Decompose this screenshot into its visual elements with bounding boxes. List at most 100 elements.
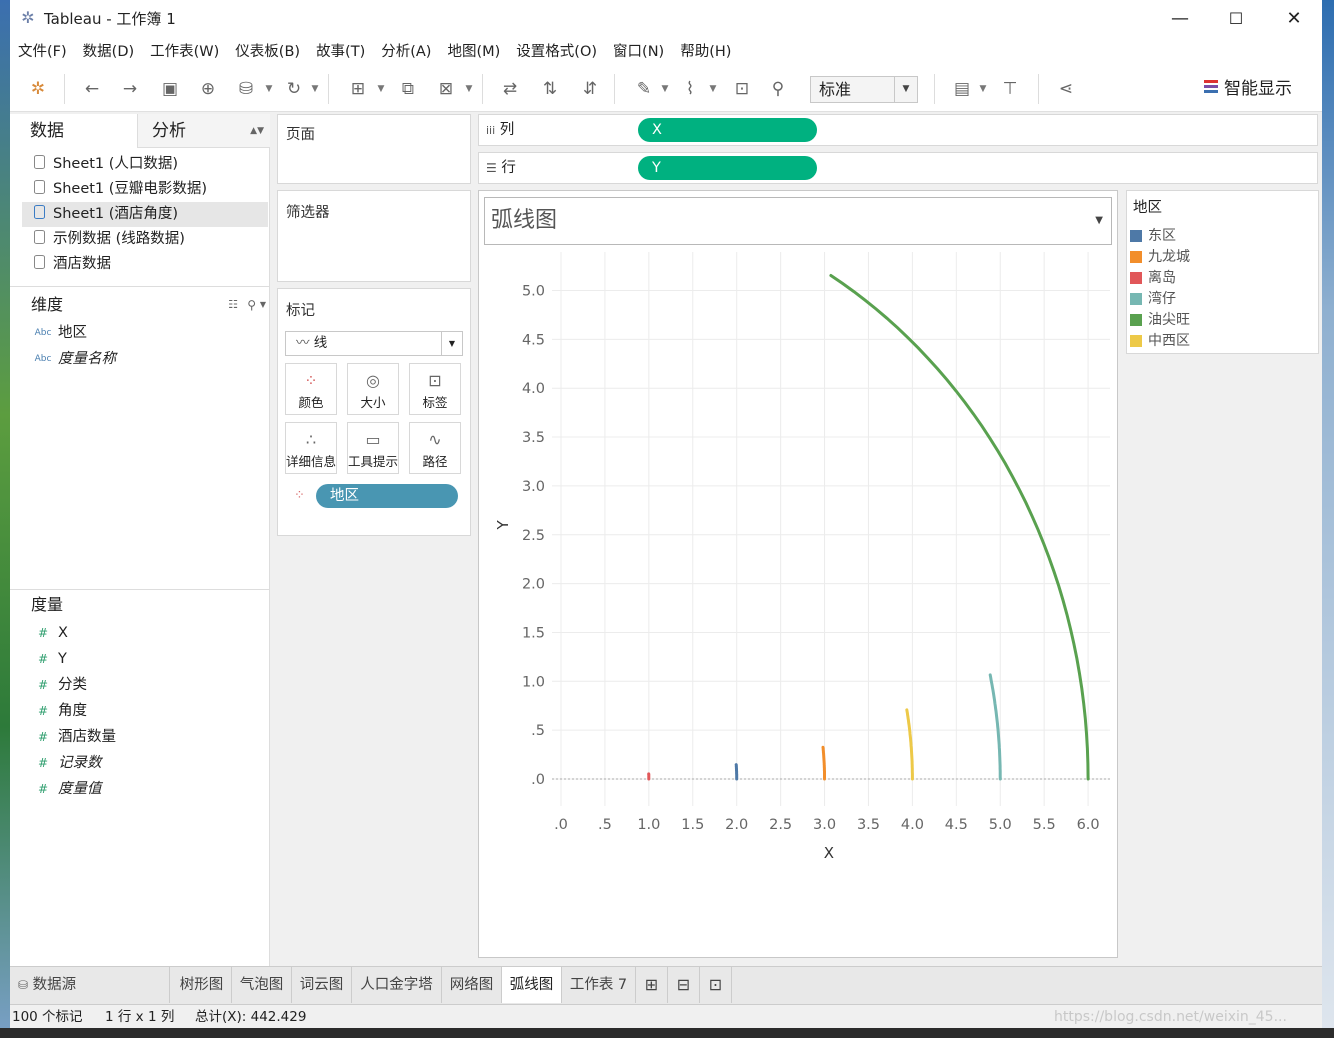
minimize-button[interactable]: — [1158, 4, 1202, 34]
pause-update-icon[interactable]: ⛁ [232, 76, 260, 102]
group-members-icon[interactable]: ⌇ [676, 76, 704, 102]
measure-field[interactable]: # 酒店数量 [10, 724, 270, 750]
tab-sheet-active[interactable]: 弧线图 [502, 967, 562, 1003]
tooltip-button[interactable]: ▭ 工具提示 [347, 422, 399, 474]
menu-analysis[interactable]: 分析(A) [373, 38, 439, 66]
tab-sheet[interactable]: 人口金字塔 [352, 967, 442, 1003]
show-cards-icon[interactable]: ▤ [948, 76, 976, 102]
new-worksheet-icon[interactable]: ⊞ [636, 967, 668, 1003]
title-bar [10, 0, 1322, 38]
tab-sheet[interactable]: 网络图 [442, 967, 502, 1003]
new-dashboard-icon[interactable]: ⊟ [668, 967, 700, 1003]
group-members-dropdown-icon[interactable]: ▼ [708, 76, 718, 102]
tab-sheet[interactable]: 词云图 [292, 967, 352, 1003]
search-icon[interactable]: ⚲ [247, 290, 256, 320]
smart-show-label: 智能显示 [1224, 79, 1292, 99]
color-button[interactable]: ⁘ 颜色 [285, 363, 337, 415]
sort-descending-icon[interactable]: ⇵ [576, 76, 604, 102]
swap-rows-columns-icon[interactable]: ⇄ [496, 76, 524, 102]
tab-data-source[interactable]: ⛁ 数据源 [10, 967, 170, 1003]
dimension-field[interactable]: Abc 度量名称 [10, 346, 270, 372]
filters-card[interactable]: 筛选器 [277, 190, 471, 282]
measure-field[interactable]: # 角度 [10, 698, 270, 724]
rows-pill-y[interactable]: Y [638, 156, 817, 180]
datasource-item-selected[interactable]: Sheet1 (酒店角度) [22, 202, 268, 227]
tab-sheet[interactable]: 工作表 7 [562, 967, 636, 1003]
refresh-dropdown-icon[interactable]: ▼ [310, 76, 320, 102]
measure-field[interactable]: # X [10, 620, 270, 646]
maximize-button[interactable]: ☐ [1214, 4, 1258, 34]
smart-show-button[interactable]: 智能显示 [1204, 76, 1314, 102]
menu-window[interactable]: 窗口(N) [605, 38, 672, 66]
show-labels-icon[interactable]: ⊡ [728, 76, 756, 102]
size-button[interactable]: ◎ 大小 [347, 363, 399, 415]
columns-shelf[interactable] [478, 114, 1318, 146]
datasource-item[interactable]: 酒店数据 [10, 252, 270, 277]
menu-help[interactable]: 帮助(H) [672, 38, 739, 66]
menu-file[interactable]: 文件(F) [10, 38, 75, 66]
show-cards-dropdown-icon[interactable]: ▼ [978, 76, 988, 102]
clear-sheet-icon[interactable]: ⊠ [432, 76, 460, 102]
menu-data[interactable]: 数据(D) [75, 38, 142, 66]
forward-icon[interactable]: → [116, 76, 144, 102]
highlight-dropdown-icon[interactable]: ▼ [660, 76, 670, 102]
menu-dashboard[interactable]: 仪表板(B) [227, 38, 308, 66]
rows-shelf[interactable] [478, 152, 1318, 184]
chevron-down-icon[interactable]: ▼ [260, 290, 266, 320]
tab-data[interactable]: 数据 [10, 114, 138, 148]
tab-sheet[interactable]: 气泡图 [232, 967, 292, 1003]
new-datasource-icon[interactable]: ⊕ [194, 76, 222, 102]
x-tick-label: 3.5 [857, 817, 880, 833]
menu-format[interactable]: 设置格式(O) [508, 38, 605, 66]
columns-pill-x[interactable]: X [638, 118, 817, 142]
marks-color-pill[interactable]: 地区 [316, 484, 458, 508]
menu-worksheet[interactable]: 工作表(W) [142, 38, 227, 66]
save-icon[interactable]: ▣ [156, 76, 184, 102]
viz-title[interactable]: 弧线图 ▼ [484, 197, 1112, 245]
clear-sheet-dropdown-icon[interactable]: ▼ [464, 76, 474, 102]
sort-ascending-icon[interactable]: ⇅ [536, 76, 564, 102]
back-icon[interactable]: ← [78, 76, 106, 102]
measure-field[interactable]: # 记录数 [10, 750, 270, 776]
chevron-down-icon[interactable]: ▼ [1095, 198, 1103, 244]
datasource-item[interactable]: Sheet1 (豆瓣电影数据) [10, 177, 270, 202]
fit-select[interactable]: 标准 ▼ [810, 76, 918, 103]
measure-field[interactable]: # Y [10, 646, 270, 672]
duplicate-sheet-icon[interactable]: ⧉ [394, 76, 422, 102]
pages-card[interactable]: 页面 [277, 114, 471, 184]
menu-story[interactable]: 故事(T) [308, 38, 373, 66]
new-story-icon[interactable]: ⊡ [700, 967, 732, 1003]
datasource-item[interactable]: Sheet1 (人口数据) [10, 152, 270, 177]
measure-field[interactable]: # 度量值 [10, 776, 270, 802]
tableau-home-icon[interactable]: ✲ [24, 76, 52, 102]
legend-item[interactable]: 九龙城 [1130, 247, 1190, 268]
share-icon[interactable]: ⋖ [1052, 76, 1080, 102]
pane-menu-icon[interactable]: ▲▼ [250, 114, 264, 148]
fix-axes-icon[interactable]: ⚲ [764, 76, 792, 102]
datasource-item[interactable]: 示例数据 (线路数据) [10, 227, 270, 252]
measure-type-icon: # [37, 782, 49, 796]
label-button[interactable]: ⊡ 标签 [409, 363, 461, 415]
mark-type-select[interactable]: 〰 线 ▼ [285, 331, 463, 356]
measure-field[interactable]: # 分类 [10, 672, 270, 698]
close-button[interactable]: ✕ [1272, 4, 1316, 34]
arc-chart[interactable]: .0 .5 1.0 1.5 2.0 2.5 3.0 3.5 4.0 4.5 5.0 5.5 6.0 .0.… [478, 246, 1118, 866]
list-view-icon[interactable]: ☷ [228, 290, 238, 320]
tab-analysis[interactable]: 分析 ▲▼ [138, 114, 270, 148]
legend-item[interactable]: 湾仔 [1130, 289, 1176, 310]
tab-sheet[interactable]: 树形图 [172, 967, 232, 1003]
dimension-field[interactable]: Abc 地区 [10, 320, 270, 346]
highlight-icon[interactable]: ✎ [630, 76, 658, 102]
detail-button[interactable]: ∴ 详细信息 [285, 422, 337, 474]
legend-item[interactable]: 中西区 [1130, 331, 1190, 352]
refresh-icon[interactable]: ↻ [280, 76, 308, 102]
menu-map[interactable]: 地图(M) [439, 38, 508, 66]
pause-update-dropdown-icon[interactable]: ▼ [264, 76, 274, 102]
new-worksheet-dropdown-icon[interactable]: ▼ [376, 76, 386, 102]
path-button[interactable]: ∿ 路径 [409, 422, 461, 474]
legend-item[interactable]: 东区 [1130, 226, 1176, 247]
legend-item[interactable]: 油尖旺 [1130, 310, 1190, 331]
new-worksheet-icon[interactable]: ⊞ [344, 76, 372, 102]
presentation-mode-icon[interactable]: ⊤ [996, 76, 1024, 102]
legend-item[interactable]: 离岛 [1130, 268, 1176, 289]
